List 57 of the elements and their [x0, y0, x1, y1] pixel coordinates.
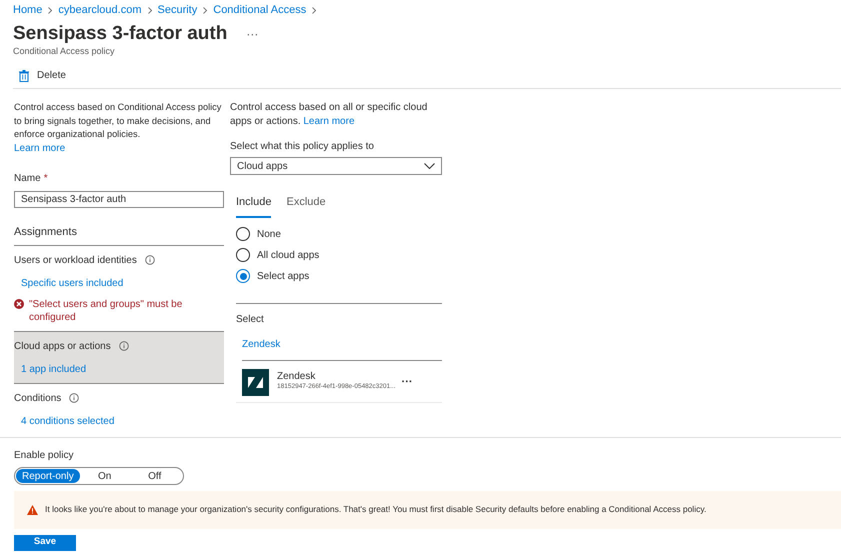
toggle-option[interactable]: Off [130, 468, 180, 482]
option-label: Select apps [257, 270, 310, 284]
page-subtitle: Conditional Access policy [12, 45, 116, 57]
app-logo-icon [242, 368, 269, 396]
radio-button[interactable] [236, 227, 250, 241]
page-title: Sensipass 3-factor auth [13, 23, 228, 45]
radio-button[interactable] [236, 248, 250, 262]
section-label: Users or workload identities [14, 254, 137, 268]
option-label: All cloud apps [257, 248, 320, 262]
error-icon [14, 298, 24, 308]
breadcrumb-link[interactable]: cybearcloud.com [58, 2, 142, 18]
warning-message: It looks like you're about to manage your organization's security configurations. That's great! You must first disable Security defaults before enabling a Conditional Access policy. [45, 503, 706, 516]
trash-icon [19, 70, 29, 82]
applies-dropdown[interactable]: Cloud apps [230, 157, 442, 175]
section-label: Conditions [14, 392, 62, 406]
chevron-icon [48, 6, 52, 14]
toggle-option[interactable]: On [80, 468, 130, 482]
chevron-icon [312, 6, 316, 14]
learn-more-link[interactable]: Learn more [303, 116, 355, 126]
tab[interactable]: Include [236, 194, 272, 218]
more-button[interactable]: ··· [402, 374, 413, 390]
description-text: Control access based on Conditional Access policy to bring signals together, to make decisions, and enforce organizational policies. [14, 101, 222, 141]
assignment-section[interactable]: Conditions 4 conditions selected [14, 384, 224, 434]
summary-link[interactable]: 4 conditions selected [21, 414, 224, 428]
breadcrumb-link[interactable]: Security [158, 2, 198, 18]
field-label: Select [236, 312, 265, 326]
info-icon [69, 393, 80, 403]
tab[interactable]: Exclude [286, 194, 326, 218]
option-label: None [257, 228, 281, 242]
info-icon [118, 341, 129, 351]
error-message: "Select users and groups" must be configured [29, 298, 184, 324]
breadcrumb-link[interactable]: Home [13, 2, 42, 18]
name-field[interactable]: Sensipass 3-factor auth [14, 191, 224, 208]
description-text: Control access based on all or specific cloud apps or actions. Learn more [230, 101, 428, 128]
delete-button[interactable]: Delete [13, 68, 72, 83]
summary-link[interactable]: Specific users included [21, 276, 224, 290]
more-button[interactable]: ··· [246, 25, 258, 43]
field-label: Select what this policy applies to [230, 140, 375, 154]
info-icon [144, 255, 155, 265]
section-heading: Assignments [14, 224, 224, 246]
chevron-icon [203, 6, 208, 14]
toggle-option[interactable]: Report-only [16, 468, 80, 482]
field-label: Enable policy [14, 448, 74, 462]
learn-more-link[interactable]: Learn more [14, 142, 224, 155]
save-button[interactable]: Save [14, 534, 76, 550]
breadcrumb-link[interactable]: Conditional Access [213, 2, 306, 18]
radio-button[interactable] [236, 269, 250, 283]
chevron-down-icon [424, 163, 435, 169]
warning-icon [27, 504, 38, 514]
field-label: Name [14, 172, 41, 186]
assignment-section[interactable]: Cloud apps or actions 1 app included [14, 332, 224, 384]
selected-app-link[interactable]: Zendesk [242, 336, 442, 360]
chevron-icon [148, 6, 152, 14]
summary-link[interactable]: 1 app included [21, 362, 224, 376]
app-name: Zendesk [277, 372, 316, 382]
section-label: Cloud apps or actions [14, 340, 111, 354]
required-mark: * [44, 172, 48, 186]
